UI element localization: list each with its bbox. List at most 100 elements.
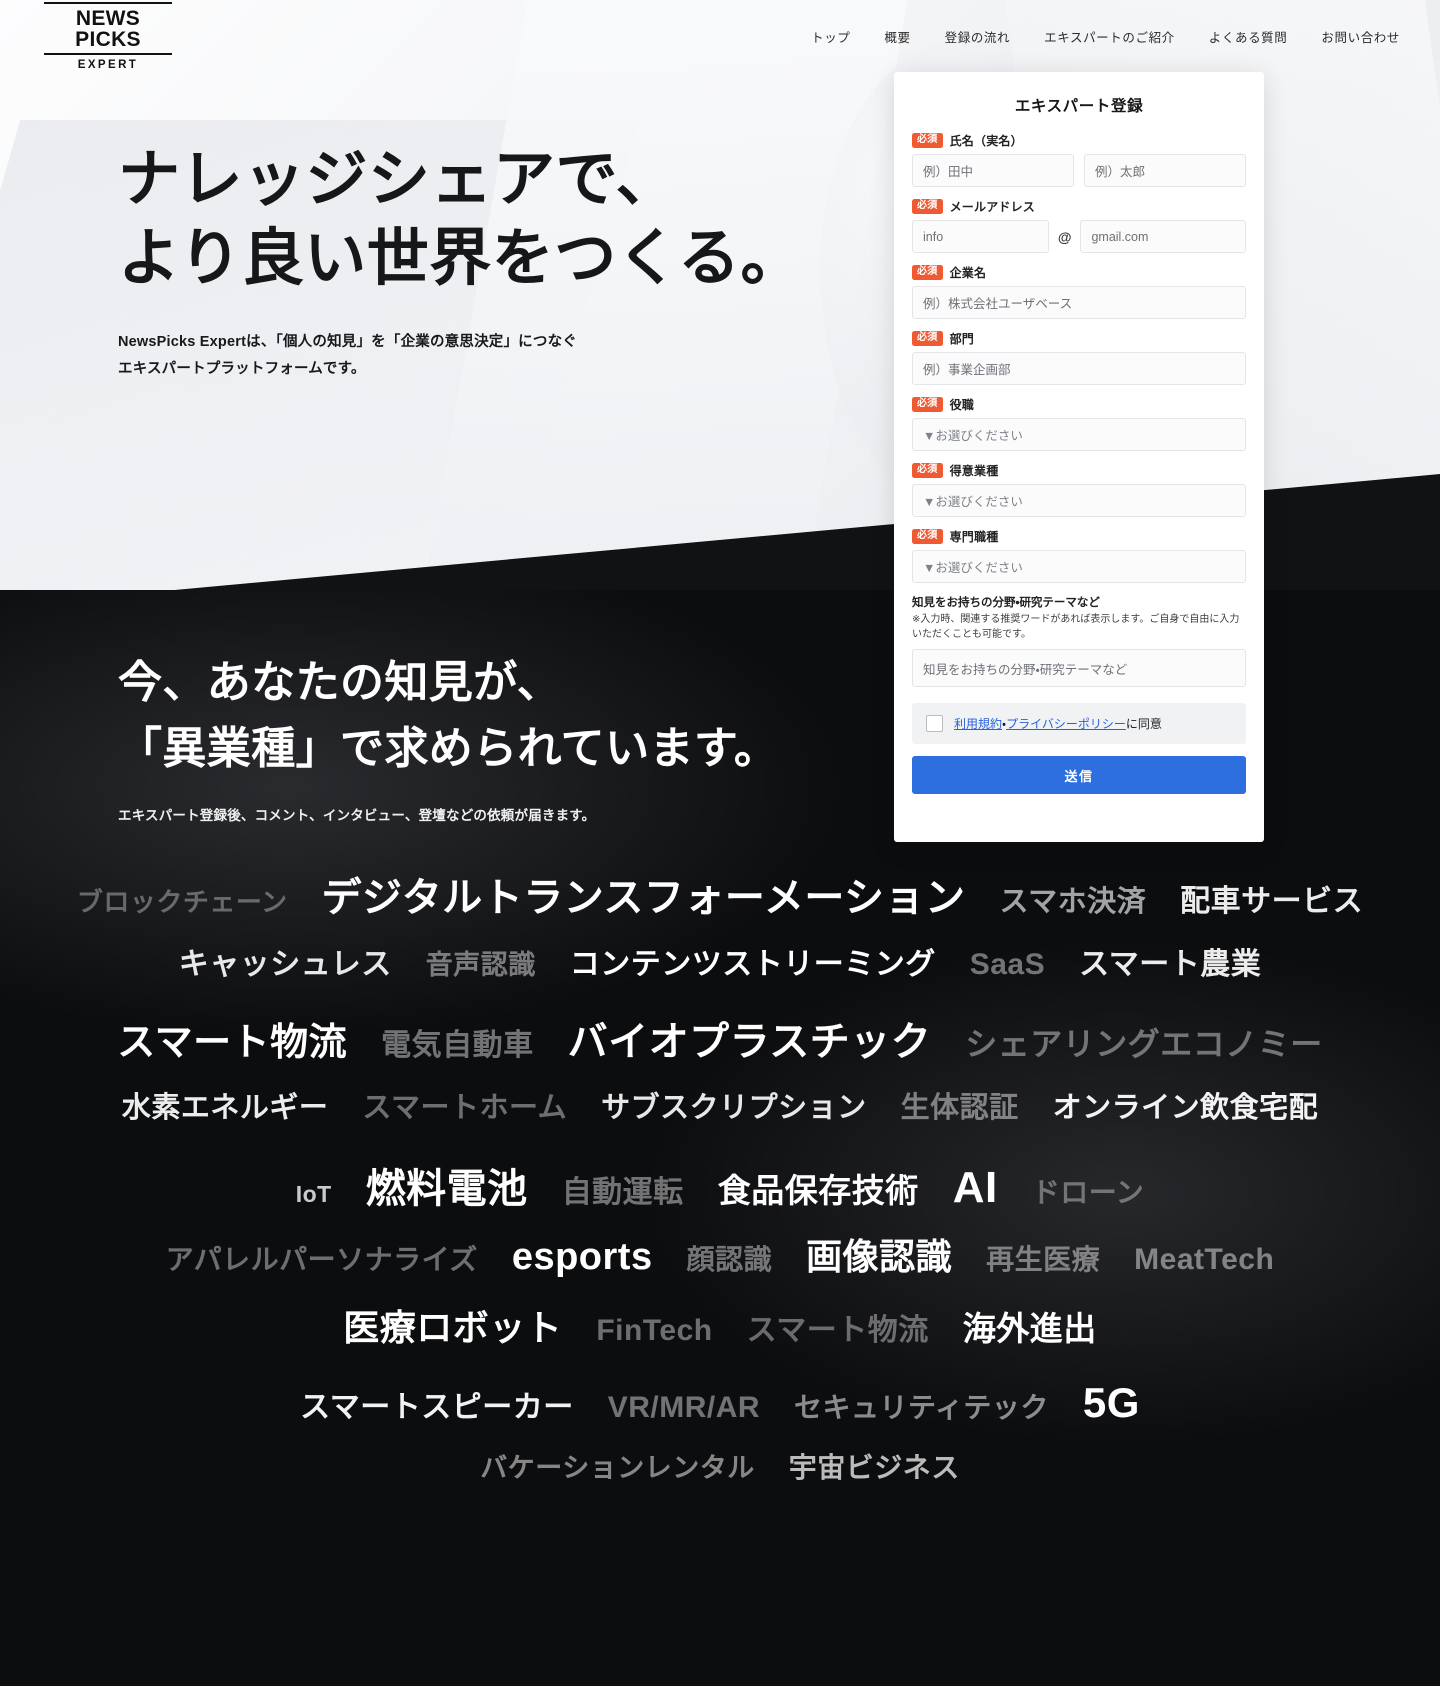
keyword-item[interactable]: デジタルトランスフォーメーション	[322, 878, 966, 918]
keyword-item[interactable]: ドローン	[1032, 1179, 1145, 1207]
keyword-row-4: IoT 燃料電池 自動運転 食品保存技術 AI ドローン	[34, 1166, 1406, 1238]
keyword-item[interactable]: サブスクリプション	[601, 1094, 867, 1123]
nav-item-2[interactable]: 登録の流れ	[945, 27, 1011, 46]
keyword-item[interactable]: オンライン飲食宅配	[1053, 1094, 1319, 1123]
keyword-item[interactable]: esports	[512, 1238, 653, 1276]
hero-subtext: NewsPicks Expertは、「個人の知見」を「企業の意思決定」につなぐ …	[118, 329, 803, 383]
hero-copy: ナレッジシェアで、 より良い世界をつくる。 NewsPicks Expertは、…	[118, 140, 803, 382]
logo[interactable]: NEWS PICKS EXPERT	[44, 1, 172, 71]
keyword-row-3: 水素エネルギー スマートホーム サブスクリプション 生体認証 オンライン飲食宅配	[34, 1094, 1406, 1166]
field-label-6: 必須 専門職種	[912, 528, 1246, 545]
agreement-row[interactable]: 利用規約・プライバシーポリシーに同意	[912, 703, 1246, 744]
field-label-text: 企業名	[949, 266, 987, 280]
keyword-item[interactable]: シェアリングエコノミー	[965, 1028, 1323, 1060]
keyword-item[interactable]: スマホ決済	[1000, 888, 1147, 917]
keyword-item[interactable]: 自動運転	[562, 1178, 684, 1208]
keyword-item[interactable]: バケーションレンタル	[480, 1455, 754, 1482]
dark-heading-line1: 今、あなたの知見が、	[118, 658, 562, 707]
keyword-item[interactable]: MeatTech	[1134, 1245, 1274, 1275]
email-local-input[interactable]: info	[912, 220, 1049, 253]
form-field-0: 必須 氏名（実名） 例）田中 例）太郎	[912, 132, 1246, 187]
required-badge: 必須	[912, 133, 943, 148]
text-input-3[interactable]: 例）事業企画部	[912, 352, 1246, 385]
keyword-item[interactable]: スマート農業	[1079, 950, 1261, 980]
page-title: ナレッジシェアで、 より良い世界をつくる。	[118, 140, 803, 299]
keyword-item[interactable]: 生体認証	[901, 1094, 1019, 1123]
required-badge: 必須	[912, 397, 943, 412]
nav-item-5[interactable]: お問い合わせ	[1321, 27, 1400, 46]
keyword-item[interactable]: 画像認識	[806, 1239, 952, 1275]
keyword-item[interactable]: コンテンツストリーミング	[570, 950, 936, 980]
nav-item-0[interactable]: トップ	[811, 27, 850, 46]
field-label-text: 部門	[949, 332, 975, 346]
dark-heading: 今、あなたの知見が、 「異業種」で求められています。	[118, 650, 778, 782]
required-badge: 必須	[912, 199, 943, 214]
keyword-item[interactable]: FinTech	[596, 1316, 712, 1346]
keyword-row-7: スマートスピーカー VR/MR/AR セキュリティテック 5G	[34, 1382, 1406, 1454]
keyword-item[interactable]: バイオプラスチック	[568, 1022, 932, 1062]
expertise-note: ※入力時、関連する推奨ワードがあれば表示します。ご自身で自由に入力いただくことも…	[912, 614, 1240, 640]
nav-item-3[interactable]: エキスパートのご紹介	[1044, 27, 1175, 46]
keyword-item[interactable]: 再生医療	[986, 1246, 1100, 1274]
keyword-item[interactable]: 水素エネルギー	[122, 1094, 329, 1123]
form-field-5: 必須 得意業種 ▼お選びください	[912, 462, 1246, 517]
keyword-item[interactable]: 電気自動車	[381, 1031, 534, 1061]
main-navigation: トップ 概要 登録の流れ エキスパートのご紹介 よくある質問 お問い合わせ	[811, 27, 1400, 46]
keyword-item[interactable]: スマートホーム	[362, 1094, 567, 1123]
text-input-2[interactable]: 例）株式会社ユーザベース	[912, 286, 1246, 319]
keyword-item[interactable]: アパレルパーソナライズ	[166, 1246, 478, 1274]
keyword-item[interactable]: 配車サービス	[1180, 887, 1363, 917]
field-label-0: 必須 氏名（実名）	[912, 132, 1246, 149]
hero-subtext-line2: エキスパートプラットフォームです。	[118, 360, 366, 377]
select-input-4[interactable]: ▼お選びください	[912, 418, 1246, 451]
keyword-item[interactable]: ブロックチェーン	[77, 889, 288, 915]
keyword-item[interactable]: 宇宙ビジネス	[789, 1454, 960, 1482]
keyword-item[interactable]: セキュリティテック	[794, 1394, 1049, 1422]
required-badge: 必須	[912, 463, 943, 478]
dark-copy: 今、あなたの知見が、 「異業種」で求められています。 エキスパート登録後、コメン…	[118, 650, 778, 824]
expertise-input[interactable]: 知見をお持ちの分野・研究テーマなど	[912, 649, 1246, 687]
keyword-item[interactable]: 食品保存技術	[718, 1174, 919, 1207]
privacy-link[interactable]: プライバシーポリシー	[1006, 717, 1126, 731]
required-badge: 必須	[912, 529, 943, 544]
submit-button[interactable]: 送信	[912, 756, 1246, 794]
keyword-item[interactable]: 医療ロボット	[343, 1310, 562, 1346]
keyword-item[interactable]: VR/MR/AR	[608, 1393, 760, 1423]
keyword-item[interactable]: 海外進出	[963, 1312, 1097, 1345]
form-field-2: 必須 企業名例）株式会社ユーザベース	[912, 264, 1246, 319]
keyword-item[interactable]: スマートスピーカー	[300, 1393, 574, 1423]
field-label-text: 専門職種	[949, 530, 999, 544]
first-name-input[interactable]: 例）太郎	[1084, 154, 1246, 187]
expertise-field: 知見をお持ちの分野・研究テーマなど ※入力時、関連する推奨ワードがあれば表示しま…	[912, 594, 1246, 687]
email-inputs: info @ gmail.com	[912, 220, 1246, 253]
keyword-item[interactable]: スマート物流	[117, 1024, 347, 1062]
logo-sub-text: EXPERT	[77, 58, 139, 71]
email-domain-input[interactable]: gmail.com	[1080, 220, 1246, 253]
keyword-item[interactable]: AI	[953, 1166, 998, 1210]
keyword-item[interactable]: 音声認識	[426, 952, 536, 979]
last-name-input[interactable]: 例）田中	[912, 154, 1074, 187]
select-input-6[interactable]: ▼お選びください	[912, 550, 1246, 583]
page-root: 今、あなたの知見が、 「異業種」で求められています。 エキスパート登録後、コメン…	[0, 0, 1440, 1686]
keyword-item[interactable]: 顔認識	[687, 1246, 773, 1274]
keyword-row-8: バケーションレンタル 宇宙ビジネス	[34, 1454, 1406, 1526]
keyword-item[interactable]: 燃料電池	[366, 1169, 528, 1209]
hero-subtext-line1: NewsPicks Expertは、「個人の知見」を「企業の意思決定」につなぐ	[118, 333, 577, 350]
keyword-item[interactable]: 5G	[1083, 1382, 1140, 1424]
keyword-item[interactable]: SaaS	[970, 950, 1045, 980]
terms-link[interactable]: 利用規約	[954, 717, 1002, 731]
keyword-item[interactable]: スマート物流	[747, 1316, 929, 1346]
dark-heading-line2: 「異業種」で求められています。	[118, 724, 779, 773]
keyword-row-0: ブロックチェーン デジタルトランスフォーメーション スマホ決済 配車サービス	[34, 878, 1406, 950]
required-badge: 必須	[912, 265, 943, 280]
select-input-5[interactable]: ▼お選びください	[912, 484, 1246, 517]
keyword-item[interactable]: IoT	[296, 1183, 332, 1206]
agreement-checkbox[interactable]	[926, 715, 943, 732]
nav-item-4[interactable]: よくある質問	[1209, 27, 1288, 46]
field-label-text: 得意業種	[949, 464, 999, 478]
keyword-item[interactable]: キャッシュレス	[179, 950, 392, 980]
field-label-text: メールアドレス	[949, 200, 1036, 214]
nav-item-1[interactable]: 概要	[884, 27, 910, 46]
logo-main-text: NEWS PICKS	[44, 1, 172, 55]
keyword-row-2: スマート物流 電気自動車 バイオプラスチック シェアリングエコノミー	[34, 1022, 1406, 1094]
